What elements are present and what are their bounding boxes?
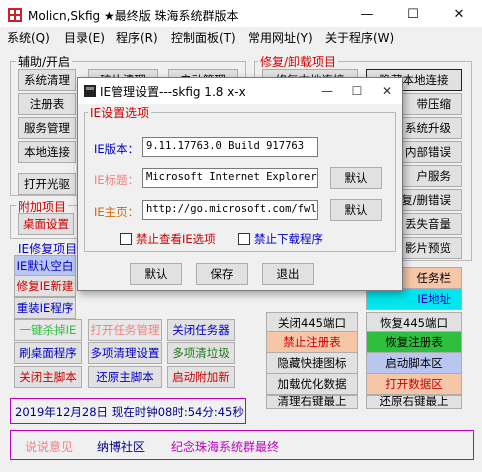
multi-clean-settings-button[interactable]: 多项清理设置: [88, 342, 162, 364]
dialog-default-button[interactable]: 默认: [130, 263, 182, 285]
open-data-area-button[interactable]: 打开数据区: [366, 373, 462, 395]
forbid-download-checkbox[interactable]: [238, 233, 250, 245]
menu-program[interactable]: 程序(R): [116, 29, 158, 46]
forbid-view-options-checkbox[interactable]: [120, 233, 132, 245]
home-default-button[interactable]: 默认: [330, 199, 382, 221]
ie-title-field[interactable]: Microsoft Internet Explorer: [142, 168, 318, 188]
footer-community-link[interactable]: 纳博社区: [97, 438, 145, 455]
hide-shortcut-icon-button[interactable]: 隐藏快捷图标: [266, 352, 358, 374]
load-optimization-data-button[interactable]: 加载优化数据: [266, 373, 358, 395]
ie-address-button[interactable]: IE地址: [366, 288, 462, 310]
restore-registry-button[interactable]: 恢复注册表: [366, 331, 462, 353]
status-datetime: 2019年12月28日 现在时钟08时:54分:45秒: [15, 405, 244, 419]
dialog-group-title: IE设置选项: [88, 104, 152, 121]
dialog-title-bar: IE管理设置---skfig 1.8 x-x — ☐ ✕: [78, 78, 402, 104]
registry-button[interactable]: 注册表: [18, 93, 76, 115]
open-task-manager-button[interactable]: 打开任务管理: [88, 319, 162, 341]
app-icon: [8, 8, 22, 22]
dialog-minimize-icon[interactable]: —: [312, 78, 342, 104]
forbid-view-options-label: 禁止查看IE选项: [136, 232, 216, 246]
status-box: 2019年12月28日 现在时钟08时:54分:45秒: [10, 398, 246, 424]
dialog-close-icon[interactable]: ✕: [372, 78, 402, 104]
multi-clean-garbage-button[interactable]: 多项清垃圾: [167, 342, 235, 364]
service-manage-button[interactable]: 服务管理: [18, 117, 76, 139]
menu-common-urls[interactable]: 常用网址(Y): [248, 29, 313, 46]
minimize-icon[interactable]: —: [344, 0, 390, 30]
repair-ie-new-button[interactable]: 修复IE新建: [14, 275, 76, 297]
menu-system[interactable]: 系统(Q): [7, 29, 50, 46]
menu-about[interactable]: 关于程序(W): [325, 29, 394, 46]
title-bar: Molicn,Skfig ★最终版 珠海系统群版本 — ☐ ✕: [0, 0, 482, 30]
footer-feedback-link[interactable]: 说说意见: [25, 438, 73, 455]
ie-version-label: IE版本：: [94, 142, 140, 156]
maximize-icon[interactable]: ☐: [390, 0, 436, 30]
assist-group-title: 辅助/开启: [16, 53, 73, 70]
dialog-maximize-icon[interactable]: ☐: [342, 78, 372, 104]
menu-directory[interactable]: 目录(E): [64, 29, 105, 46]
dialog-save-button[interactable]: 保存: [196, 263, 248, 285]
start-script-area-button[interactable]: 启动脚本区: [366, 352, 462, 374]
kill-ie-button[interactable]: 一键杀掉IE: [14, 319, 82, 341]
clear-context-menu-button[interactable]: 清理右键最上: [266, 395, 358, 409]
dialog-exit-button[interactable]: 退出: [262, 263, 314, 285]
dialog-title: IE管理设置---skfig 1.8 x-x: [100, 85, 246, 99]
restore-main-script-button[interactable]: 还原主脚本: [88, 366, 162, 388]
ie-version-field[interactable]: 9.11.17763.0 Build 917763: [142, 137, 318, 157]
repair-group-title: 修复/卸载项目: [258, 53, 339, 70]
desktop-settings-button[interactable]: 桌面设置: [18, 213, 74, 235]
open-drive-button[interactable]: 打开光驱: [18, 173, 76, 195]
forbid-download-label: 禁止下载程序: [254, 232, 323, 246]
close-icon[interactable]: ✕: [436, 0, 482, 30]
local-connection-button[interactable]: 本地连接: [18, 141, 76, 163]
ie-title-label: IE标题：: [94, 173, 140, 187]
close-main-script-button[interactable]: 关闭主脚本: [14, 366, 82, 388]
refresh-desktop-button[interactable]: 刷桌面程序: [14, 342, 82, 364]
reinstall-ie-button[interactable]: 重装IE程序: [14, 297, 76, 319]
footer-memorial-link[interactable]: 纪念珠海系统群最终: [171, 438, 279, 455]
forbid-registry-button[interactable]: 禁止注册表: [266, 331, 358, 353]
ie-home-label: IE主页：: [94, 205, 140, 219]
start-addon-button[interactable]: 启动附加新: [167, 366, 235, 388]
system-clean-button[interactable]: 系统清理: [18, 69, 76, 91]
footer-box: 说说意见 纳博社区 纪念珠海系统群最终: [10, 430, 474, 460]
menu-control-panel[interactable]: 控制面板(T): [171, 29, 236, 46]
ie-home-field[interactable]: http://go.microsoft.com/fwlink: [142, 200, 318, 220]
ie-settings-dialog: IE管理设置---skfig 1.8 x-x — ☐ ✕ IE设置选项 IE版本…: [77, 77, 403, 291]
close-task-manager-button[interactable]: 关闭任务器: [167, 319, 235, 341]
window-title: Molicn,Skfig ★最终版 珠海系统群版本: [28, 9, 239, 23]
restore-context-menu-button[interactable]: 还原右键最上: [366, 395, 462, 409]
menu-bar: 系统(Q) 目录(E) 程序(R) 控制面板(T) 常用网址(Y) 关于程序(W…: [0, 27, 482, 47]
ie-default-blank-button[interactable]: IE默认空白: [14, 255, 76, 277]
dialog-app-icon: [84, 85, 96, 97]
title-default-button[interactable]: 默认: [330, 167, 382, 189]
